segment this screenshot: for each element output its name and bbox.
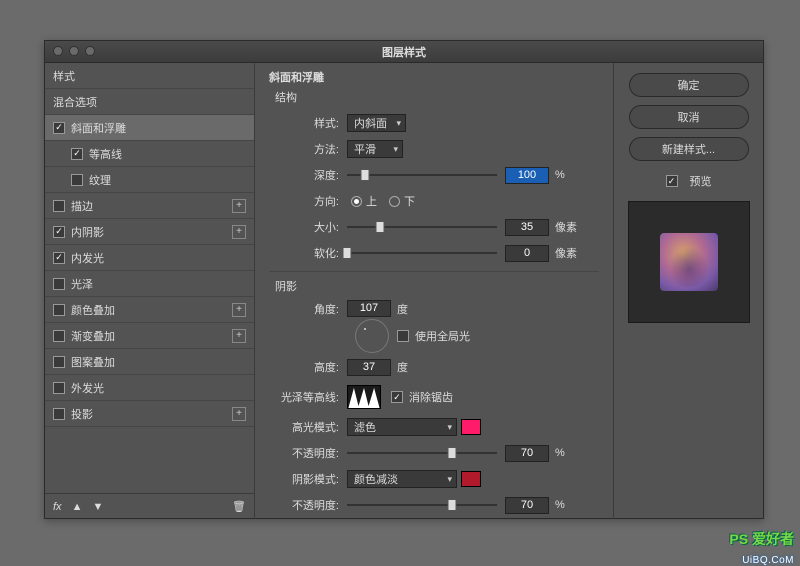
checkbox[interactable] (53, 304, 65, 316)
direction-up-radio[interactable] (351, 196, 362, 207)
add-icon[interactable]: + (232, 329, 246, 343)
angle-dial[interactable] (355, 319, 389, 353)
fx-toolbar: fx ▲ ▼ 🗑 (45, 493, 254, 519)
angle-input[interactable]: 107 (347, 300, 391, 317)
window-controls[interactable] (53, 46, 95, 56)
add-icon[interactable]: + (232, 225, 246, 239)
arrow-up-icon[interactable]: ▲ (72, 501, 83, 513)
checkbox[interactable] (53, 408, 65, 420)
add-icon[interactable]: + (232, 407, 246, 421)
new-style-button[interactable]: 新建样式... (629, 137, 749, 161)
trash-icon[interactable]: 🗑 (232, 500, 246, 513)
shadow-opacity-slider[interactable] (347, 498, 497, 512)
gloss-contour-picker[interactable] (347, 385, 381, 409)
checkbox[interactable] (53, 330, 65, 342)
highlight-opacity-slider[interactable] (347, 446, 497, 460)
preview-thumbnail (628, 201, 750, 323)
checkbox[interactable] (71, 148, 83, 160)
add-icon[interactable]: + (232, 303, 246, 317)
soften-input[interactable]: 0 (505, 245, 549, 262)
effect-color-overlay[interactable]: 颜色叠加+ (45, 297, 254, 323)
structure-label: 结构 (275, 89, 599, 105)
arrow-down-icon[interactable]: ▼ (92, 501, 103, 513)
altitude-input[interactable]: 37 (347, 359, 391, 376)
soften-slider[interactable] (347, 246, 497, 260)
effect-inner-shadow[interactable]: 内阴影+ (45, 219, 254, 245)
effect-contour[interactable]: 等高线 (45, 141, 254, 167)
highlight-color-swatch[interactable] (461, 419, 481, 435)
action-column: 确定 取消 新建样式... 预览 (613, 63, 763, 519)
fx-label[interactable]: fx (53, 501, 62, 513)
section-title: 斜面和浮雕 (269, 69, 599, 85)
direction-down-radio[interactable] (389, 196, 400, 207)
checkbox[interactable] (53, 278, 65, 290)
effect-bevel-emboss[interactable]: 斜面和浮雕 (45, 115, 254, 141)
titlebar: 图层样式 (45, 41, 763, 63)
shading-label: 阴影 (275, 278, 599, 294)
effect-satin[interactable]: 光泽 (45, 271, 254, 297)
ok-button[interactable]: 确定 (629, 73, 749, 97)
effect-inner-glow[interactable]: 内发光 (45, 245, 254, 271)
checkbox[interactable] (53, 356, 65, 368)
effect-outer-glow[interactable]: 外发光 (45, 375, 254, 401)
watermark-text: PS 爱好者 (729, 529, 794, 549)
styles-header[interactable]: 样式 (45, 63, 254, 89)
technique-select[interactable]: 平滑 (347, 140, 403, 158)
cancel-button[interactable]: 取消 (629, 105, 749, 129)
depth-input[interactable]: 100 (505, 167, 549, 184)
checkbox[interactable] (71, 174, 83, 186)
checkbox[interactable] (53, 252, 65, 264)
settings-panel: 斜面和浮雕 结构 样式:内斜面 方法:平滑 深度:100% 方向:上下 大小:3… (255, 63, 613, 519)
effect-stroke[interactable]: 描边+ (45, 193, 254, 219)
shadow-color-swatch[interactable] (461, 471, 481, 487)
dialog-title: 图层样式 (382, 44, 426, 60)
highlight-opacity-input[interactable]: 70 (505, 445, 549, 462)
effect-drop-shadow[interactable]: 投影+ (45, 401, 254, 427)
depth-slider[interactable] (347, 168, 497, 182)
shadow-mode-select[interactable]: 颜色减淡 (347, 470, 457, 488)
effects-sidebar: 样式 混合选项 斜面和浮雕 等高线 纹理 描边+ 内阴影+ 内发光 光泽 颜色叠… (45, 63, 255, 519)
checkbox[interactable] (53, 226, 65, 238)
layer-style-dialog: 图层样式 样式 混合选项 斜面和浮雕 等高线 纹理 描边+ 内阴影+ 内发光 光… (44, 40, 764, 519)
add-icon[interactable]: + (232, 199, 246, 213)
watermark-url: UiBQ.CoM (742, 555, 794, 566)
size-slider[interactable] (347, 220, 497, 234)
preview-checkbox[interactable] (666, 175, 678, 187)
effect-pattern-overlay[interactable]: 图案叠加 (45, 349, 254, 375)
effect-texture[interactable]: 纹理 (45, 167, 254, 193)
highlight-mode-select[interactable]: 滤色 (347, 418, 457, 436)
checkbox[interactable] (53, 122, 65, 134)
antialias-checkbox[interactable] (391, 391, 403, 403)
checkbox[interactable] (53, 200, 65, 212)
checkbox[interactable] (53, 382, 65, 394)
blend-options[interactable]: 混合选项 (45, 89, 254, 115)
size-input[interactable]: 35 (505, 219, 549, 236)
effect-gradient-overlay[interactable]: 渐变叠加+ (45, 323, 254, 349)
global-light-checkbox[interactable] (397, 330, 409, 342)
style-select[interactable]: 内斜面 (347, 114, 406, 132)
shadow-opacity-input[interactable]: 70 (505, 497, 549, 514)
